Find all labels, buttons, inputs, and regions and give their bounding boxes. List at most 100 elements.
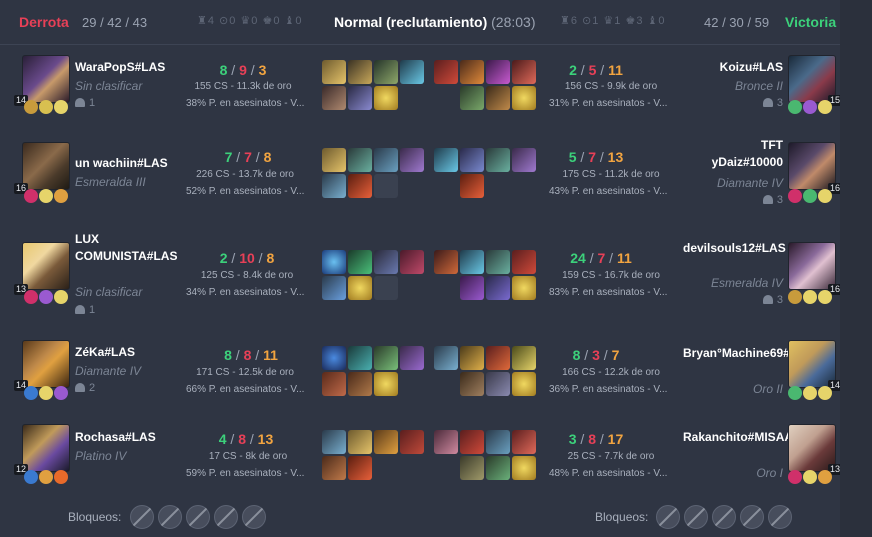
player-row: 12 Rochasa#LAS Platino IV 4 / 8 / 13 17 … bbox=[0, 420, 843, 486]
item-icon[interactable] bbox=[486, 86, 510, 110]
item-icon[interactable] bbox=[512, 250, 536, 274]
champion-portrait[interactable] bbox=[788, 242, 836, 290]
item-icon[interactable] bbox=[348, 372, 372, 396]
item-icon[interactable] bbox=[460, 456, 484, 480]
player-name[interactable]: LUX COMUNISTA#LAS bbox=[75, 231, 177, 265]
game-duration: (28:03) bbox=[491, 14, 536, 30]
item-icon[interactable] bbox=[460, 372, 484, 396]
item-icon[interactable] bbox=[348, 86, 372, 110]
trinket-icon[interactable] bbox=[512, 276, 536, 300]
item-icon[interactable] bbox=[374, 346, 398, 370]
item-icon[interactable] bbox=[434, 250, 458, 274]
trinket-icon[interactable] bbox=[512, 86, 536, 110]
champion-portrait[interactable] bbox=[22, 242, 70, 290]
rune-icons bbox=[24, 100, 69, 116]
player-cs-gold: 166 CS - 12.2k de oro bbox=[562, 367, 660, 378]
banned-champion-icon bbox=[768, 505, 792, 529]
player-name[interactable]: Bryan°Machine69#LAS bbox=[683, 345, 814, 362]
champion-portrait[interactable] bbox=[22, 340, 70, 388]
item-icon[interactable] bbox=[400, 60, 424, 84]
item-icon[interactable] bbox=[322, 430, 346, 454]
player-rank: Sin clasificar bbox=[75, 285, 143, 299]
trinket-icon[interactable] bbox=[374, 372, 398, 396]
group-icon bbox=[762, 295, 773, 304]
item-icon[interactable] bbox=[434, 346, 458, 370]
item-icon[interactable] bbox=[322, 276, 346, 300]
item-icon[interactable] bbox=[434, 430, 458, 454]
player-kill-participation: 31% P. en asesinatos - V... bbox=[549, 98, 668, 109]
trinket-icon[interactable] bbox=[348, 174, 372, 198]
trinket-icon[interactable] bbox=[348, 456, 372, 480]
item-icon[interactable] bbox=[322, 250, 346, 274]
scrollbar-area[interactable] bbox=[840, 0, 872, 537]
item-icon[interactable] bbox=[374, 430, 398, 454]
item-icon[interactable] bbox=[400, 148, 424, 172]
player-kda: 24 / 7 / 11 bbox=[570, 250, 632, 266]
item-icon[interactable] bbox=[434, 60, 458, 84]
item-icon[interactable] bbox=[348, 148, 372, 172]
item-icon[interactable] bbox=[374, 250, 398, 274]
item-icon[interactable] bbox=[486, 456, 510, 480]
item-icon[interactable] bbox=[400, 430, 424, 454]
trinket-icon[interactable] bbox=[374, 86, 398, 110]
trinket-icon[interactable] bbox=[460, 174, 484, 198]
trinket-icon[interactable] bbox=[512, 456, 536, 480]
item-icon[interactable] bbox=[322, 174, 346, 198]
item-icon[interactable] bbox=[486, 346, 510, 370]
player-row: 13 LUX COMUNISTA#LAS Sin clasificar 1 2 … bbox=[0, 228, 843, 316]
premade-group: 3 bbox=[762, 294, 783, 306]
item-icon[interactable] bbox=[348, 60, 372, 84]
champion-portrait[interactable] bbox=[22, 142, 70, 190]
item-icon[interactable] bbox=[322, 372, 346, 396]
item-icon[interactable] bbox=[400, 346, 424, 370]
right-team-result: Victoria bbox=[785, 14, 837, 30]
rune-icons bbox=[24, 290, 69, 306]
item-icon[interactable] bbox=[460, 60, 484, 84]
banned-champion-icon bbox=[684, 505, 708, 529]
player-name[interactable]: Koizu#LAS bbox=[720, 59, 783, 76]
bans-label-left: Bloqueos: bbox=[68, 510, 122, 524]
item-icon[interactable] bbox=[348, 430, 372, 454]
item-icon[interactable] bbox=[374, 148, 398, 172]
item-icon[interactable] bbox=[486, 250, 510, 274]
item-icon[interactable] bbox=[460, 86, 484, 110]
item-icon[interactable] bbox=[322, 456, 346, 480]
item-icon[interactable] bbox=[486, 276, 510, 300]
trinket-icon[interactable] bbox=[348, 276, 372, 300]
item-icon[interactable] bbox=[460, 250, 484, 274]
trinket-icon[interactable] bbox=[512, 372, 536, 396]
player-name[interactable]: ZéKa#LAS bbox=[75, 344, 135, 361]
item-icon[interactable] bbox=[322, 346, 346, 370]
item-icon[interactable] bbox=[348, 250, 372, 274]
empty-item-slot bbox=[374, 276, 398, 300]
item-icon[interactable] bbox=[460, 430, 484, 454]
item-icon[interactable] bbox=[460, 148, 484, 172]
player-cs-gold: 25 CS - 7.7k de oro bbox=[567, 451, 655, 462]
player-name[interactable]: Rochasa#LAS bbox=[75, 429, 156, 446]
item-icon[interactable] bbox=[400, 250, 424, 274]
item-icon[interactable] bbox=[460, 346, 484, 370]
item-icon[interactable] bbox=[486, 430, 510, 454]
player-name[interactable]: devilsouls12#LAS bbox=[683, 240, 786, 257]
champion-portrait[interactable] bbox=[22, 55, 70, 103]
banned-champion-icon bbox=[712, 505, 736, 529]
item-icon[interactable] bbox=[322, 60, 346, 84]
champion-portrait[interactable] bbox=[22, 424, 70, 472]
item-icon[interactable] bbox=[434, 148, 458, 172]
player-name[interactable]: TFT yDaiz#10000 bbox=[703, 137, 783, 171]
item-icon[interactable] bbox=[486, 148, 510, 172]
player-rank: Esmeralda IV bbox=[710, 276, 783, 290]
player-cs-gold: 155 CS - 11.3k de oro bbox=[194, 81, 292, 92]
item-icon[interactable] bbox=[460, 276, 484, 300]
item-icon[interactable] bbox=[348, 346, 372, 370]
player-name[interactable]: un wachiin#LAS bbox=[75, 155, 168, 172]
item-icon[interactable] bbox=[486, 60, 510, 84]
player-name[interactable]: Rakanchito#MISAA bbox=[683, 429, 793, 446]
item-icon[interactable] bbox=[322, 86, 346, 110]
item-icon[interactable] bbox=[486, 372, 510, 396]
item-icon[interactable] bbox=[374, 60, 398, 84]
item-icon[interactable] bbox=[322, 148, 346, 172]
banned-champion-icon bbox=[656, 505, 680, 529]
player-name[interactable]: WaraPopS#LAS bbox=[75, 59, 165, 76]
banned-champion-icon bbox=[242, 505, 266, 529]
